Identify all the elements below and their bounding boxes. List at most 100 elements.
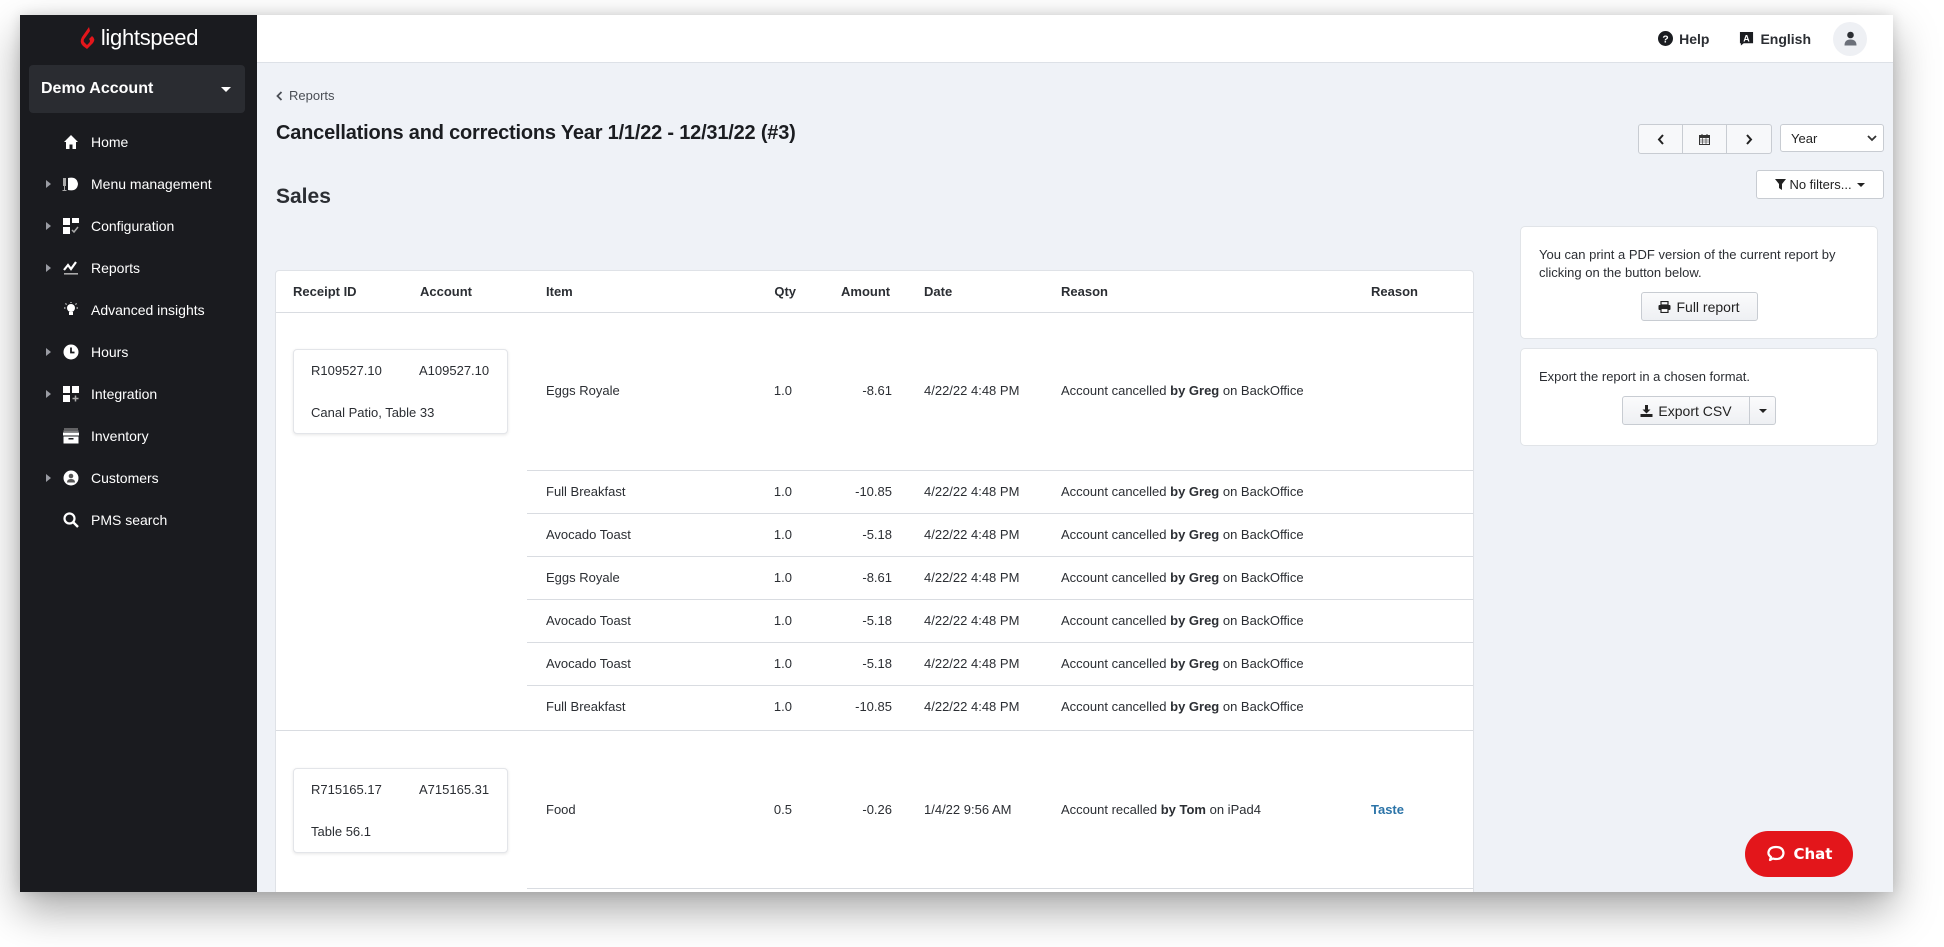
receipt-location: Table 56.1	[311, 824, 371, 839]
pdf-export-panel: You can print a PDF version of the curre…	[1520, 226, 1878, 339]
period-select[interactable]: Year	[1780, 124, 1884, 152]
item-cell: Avocado Toast	[546, 613, 631, 628]
export-csv-button[interactable]: Export CSV	[1622, 396, 1750, 425]
column-header-date[interactable]: Date	[924, 284, 952, 299]
table-row: Full Breakfast 1.0 -10.85 4/22/22 4:48 P…	[527, 471, 1473, 514]
export-csv-label: Export CSV	[1658, 403, 1731, 419]
chevron-left-icon	[1657, 134, 1665, 145]
help-label: Help	[1679, 31, 1709, 47]
configuration-icon	[62, 217, 80, 235]
calendar-button[interactable]	[1683, 125, 1727, 153]
sidebar-item-reports[interactable]: Reports	[20, 247, 257, 289]
column-header-reason-detail[interactable]: Reason	[1371, 284, 1418, 299]
table-row: Eggs Royale 1.0 -8.61 4/22/22 4:48 PM Ac…	[527, 313, 1473, 471]
table-row: Avocado Toast 1.0 -5.18 4/22/22 4:48 PM …	[527, 600, 1473, 643]
chevron-down-icon	[1867, 135, 1877, 142]
date-cell: 4/22/22 4:48 PM	[924, 699, 1019, 714]
receipt-card[interactable]: R715165.17 A715165.31 Table 56.1	[293, 768, 508, 853]
column-header-reason[interactable]: Reason	[1061, 284, 1108, 299]
caret-right-icon[interactable]	[46, 348, 51, 356]
caret-right-icon[interactable]	[46, 264, 51, 272]
caret-down-icon	[1759, 409, 1767, 413]
sidebar-item-menu-management[interactable]: Menu management	[20, 163, 257, 205]
help-link[interactable]: ? Help	[1658, 31, 1709, 47]
column-header-item[interactable]: Item	[546, 284, 573, 299]
lightbulb-icon	[62, 301, 80, 319]
reason-cell: Account cancelled by Greg on BackOffice	[1061, 484, 1304, 499]
integration-icon	[62, 385, 80, 403]
item-cell: Full Breakfast	[546, 699, 625, 714]
filters-dropdown-button[interactable]: No filters...	[1756, 170, 1884, 199]
sidebar-item-customers[interactable]: Customers	[20, 457, 257, 499]
chat-bubble-icon	[1766, 844, 1786, 864]
amount-cell: -10.85	[827, 484, 892, 499]
export-format-dropdown[interactable]	[1750, 396, 1776, 425]
sidebar-item-label: Customers	[91, 470, 159, 486]
breadcrumb-label: Reports	[289, 88, 335, 103]
sidebar-item-label: Configuration	[91, 218, 174, 234]
next-period-button[interactable]	[1727, 125, 1771, 153]
search-icon	[62, 511, 80, 529]
column-header-account[interactable]: Account	[420, 284, 472, 299]
receipt-group: R109527.10 A109527.10 Canal Patio, Table…	[276, 313, 1473, 731]
date-cell: 4/22/22 4:48 PM	[924, 613, 1019, 628]
home-icon	[62, 133, 80, 151]
caret-down-icon	[1857, 183, 1865, 187]
sidebar-item-label: Hours	[91, 344, 128, 360]
reason-cell: Account cancelled by Greg on BackOffice	[1061, 656, 1304, 671]
export-button-group: Export CSV	[1622, 396, 1776, 425]
caret-right-icon[interactable]	[46, 474, 51, 482]
sidebar-item-label: Reports	[91, 260, 140, 276]
qty-cell: 1.0	[752, 527, 792, 542]
qty-cell: 1.0	[752, 383, 792, 398]
sidebar-item-home[interactable]: Home	[20, 121, 257, 163]
table-row: Food 0.5 -0.26 1/4/22 9:56 AM Account re…	[527, 731, 1473, 889]
column-header-qty[interactable]: Qty	[771, 284, 796, 299]
date-navigation	[1638, 124, 1772, 154]
previous-period-button[interactable]	[1639, 125, 1683, 153]
sidebar-item-label: Home	[91, 134, 128, 150]
sidebar-item-configuration[interactable]: Configuration	[20, 205, 257, 247]
caret-right-icon[interactable]	[46, 222, 51, 230]
sidebar-item-hours[interactable]: Hours	[20, 331, 257, 373]
qty-cell: 1.0	[752, 484, 792, 499]
full-report-button[interactable]: Full report	[1641, 292, 1758, 321]
logo[interactable]: lightspeed	[20, 15, 257, 57]
chat-button[interactable]: Chat	[1745, 831, 1853, 877]
sales-table: Receipt ID Account Item Qty Amount Date …	[275, 270, 1474, 892]
date-cell: 4/22/22 4:48 PM	[924, 527, 1019, 542]
qty-cell: 1.0	[752, 656, 792, 671]
caret-right-icon[interactable]	[46, 180, 51, 188]
user-icon	[1844, 31, 1857, 46]
qty-cell: 1.0	[752, 613, 792, 628]
filter-icon	[1775, 179, 1786, 190]
reason-cell: Account cancelled by Greg on BackOffice	[1061, 613, 1304, 628]
date-cell: 4/22/22 4:48 PM	[924, 570, 1019, 585]
language-selector[interactable]: A English	[1739, 31, 1811, 47]
sidebar-item-pms-search[interactable]: PMS search	[20, 499, 257, 541]
language-icon: A	[1739, 31, 1754, 46]
item-cell: Eggs Royale	[546, 383, 620, 398]
column-header-amount[interactable]: Amount	[841, 284, 890, 299]
amount-cell: -5.18	[827, 613, 892, 628]
breadcrumb-back-link[interactable]: Reports	[276, 88, 335, 103]
table-row: Eggs Royale 1.0 -8.61 4/22/22 4:48 PM Ac…	[527, 557, 1473, 600]
user-avatar-button[interactable]	[1833, 22, 1867, 56]
sidebar-item-integration[interactable]: Integration	[20, 373, 257, 415]
qty-cell: 0.5	[752, 802, 792, 817]
caret-right-icon[interactable]	[46, 390, 51, 398]
account-id: A715165.31	[419, 782, 489, 797]
lightspeed-flame-icon	[79, 26, 97, 50]
sidebar-item-advanced-insights[interactable]: Advanced insights	[20, 289, 257, 331]
account-selector[interactable]: Demo Account	[29, 65, 245, 113]
amount-cell: -5.18	[827, 527, 892, 542]
filters-label: No filters...	[1789, 177, 1851, 192]
receipt-card[interactable]: R109527.10 A109527.10 Canal Patio, Table…	[293, 349, 508, 434]
sidebar-item-inventory[interactable]: Inventory	[20, 415, 257, 457]
app-window: lightspeed Demo Account Home Menu manage…	[20, 15, 1893, 892]
sidebar-item-label: Advanced insights	[91, 302, 205, 318]
help-icon: ?	[1658, 31, 1673, 46]
reason-cell: Account cancelled by Greg on BackOffice	[1061, 383, 1304, 398]
reason-detail-link[interactable]: Taste	[1371, 802, 1404, 817]
column-header-receipt-id[interactable]: Receipt ID	[293, 284, 357, 299]
